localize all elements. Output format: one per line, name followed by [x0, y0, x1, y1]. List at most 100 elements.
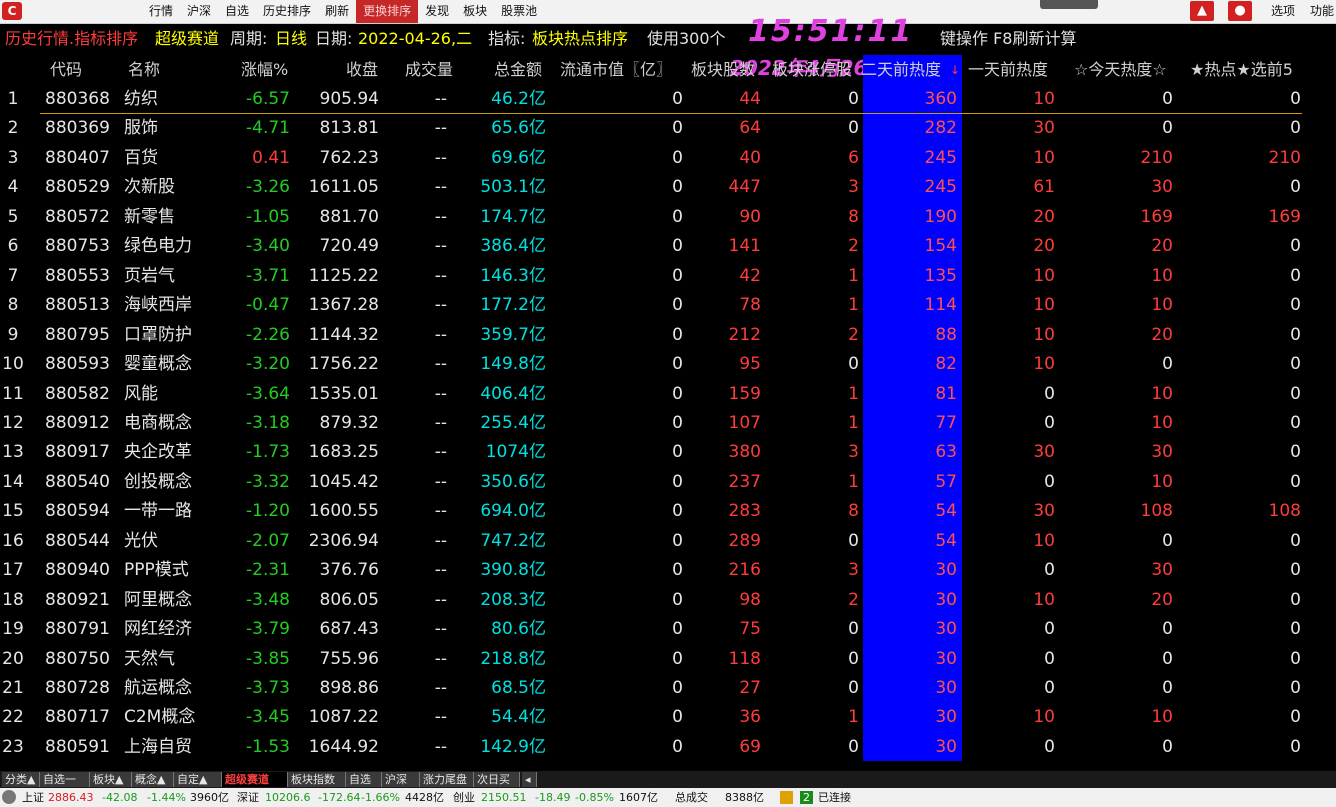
- menu-item-6[interactable]: 发现: [418, 0, 456, 23]
- column-header-11[interactable]: ☆今天热度☆: [1074, 55, 1167, 85]
- period-value[interactable]: 日线: [275, 24, 307, 53]
- bottom-tab-7[interactable]: 自选: [346, 772, 382, 787]
- options-menu[interactable]: 选项: [1271, 0, 1295, 23]
- table-row[interactable]: 23 880591 上海自贸 -1.53 1644.92 -- 142.9亿 0 69 0 30 0 0…: [0, 733, 1336, 762]
- table-row[interactable]: 4 880529 次新股 -3.26 1611.05 -- 503.1亿 0 447 3 245 61…: [0, 173, 1336, 202]
- board-name[interactable]: 超级赛道: [155, 24, 219, 53]
- bottom-tab-5[interactable]: 超级赛道: [222, 772, 288, 787]
- table-row[interactable]: 10 880593 婴童概念 -3.20 1756.22 -- 149.8亿 0 95 0 82 10…: [0, 350, 1336, 379]
- table-row[interactable]: 16 880544 光伏 -2.07 2306.94 -- 747.2亿 0 289 0 54 10 0…: [0, 527, 1336, 556]
- table-cell: -3.71: [246, 265, 290, 286]
- table-cell: 19: [2, 619, 24, 640]
- table-row[interactable]: 8 880513 海峡西岸 -0.47 1367.28 -- 177.2亿 0 78 1 114 10…: [0, 291, 1336, 320]
- menu-item-0[interactable]: 行情: [142, 0, 180, 23]
- table-cell: 14: [2, 471, 24, 492]
- table-cell: 8: [7, 295, 19, 316]
- period-label: 周期:: [230, 29, 268, 48]
- menu-item-5[interactable]: 更换排序: [356, 0, 419, 23]
- table-cell: 898.86: [319, 678, 379, 698]
- table-cell: 503.1亿: [480, 177, 546, 198]
- table-row[interactable]: 15 880594 一带一路 -1.20 1600.55 -- 694.0亿 0 283 8 54 3…: [0, 497, 1336, 526]
- column-header-6[interactable]: 流通市值〖亿〗: [560, 55, 672, 85]
- menu-item-8[interactable]: 股票池: [494, 0, 544, 23]
- table-cell: 69: [739, 736, 761, 757]
- menu-item-2[interactable]: 自选: [218, 0, 256, 23]
- sort-descending-icon[interactable]: ↓: [950, 55, 960, 85]
- indicator-value[interactable]: 板块热点排序: [532, 24, 628, 53]
- table-cell: -3.48: [246, 589, 290, 610]
- table-cell: -3.73: [246, 678, 290, 698]
- table-row[interactable]: 12 880912 电商概念 -3.18 879.32 -- 255.4亿 0 107 1 77 0 1…: [0, 409, 1336, 438]
- table-row[interactable]: 19 880791 网红经济 -3.79 687.43 -- 80.6亿 0 75 0 30 0 0 0: [0, 615, 1336, 644]
- table-cell: 1: [848, 265, 859, 286]
- column-header-4[interactable]: 成交量: [405, 55, 453, 85]
- column-header-8[interactable]: 板块涨停股: [772, 55, 852, 85]
- table-row[interactable]: 6 880753 绿色电力 -3.40 720.49 -- 386.4亿 0 141 2 154 20…: [0, 232, 1336, 261]
- column-header-7[interactable]: 板块股数: [691, 55, 755, 85]
- table-cell: 16: [2, 530, 24, 551]
- table-cell: 282: [924, 118, 957, 139]
- column-header-0[interactable]: 代码: [50, 55, 82, 85]
- bottom-tab-10[interactable]: 次日买: [474, 772, 520, 787]
- column-header-1[interactable]: 名称: [128, 55, 160, 85]
- table-row[interactable]: 11 880582 风能 -3.64 1535.01 -- 406.4亿 0 159 1 81 0 10…: [0, 380, 1336, 409]
- bottom-tab-4[interactable]: 自定▲: [174, 772, 222, 787]
- bottom-tab-2[interactable]: 板块▲: [90, 772, 132, 787]
- table-row[interactable]: 2 880369 服饰 -4.71 813.81 -- 65.6亿 0 64 0 282 30 0 0: [0, 114, 1336, 143]
- app-logo-icon[interactable]: C: [2, 2, 22, 20]
- table-row[interactable]: 7 880553 页岩气 -3.71 1125.22 -- 146.3亿 0 42 1 135 10 1…: [0, 262, 1336, 291]
- table-cell: 0: [1290, 442, 1301, 463]
- menu-item-7[interactable]: 板块: [456, 0, 494, 23]
- table-cell: 1144.32: [308, 324, 379, 345]
- table-cell: 108: [1268, 501, 1301, 522]
- table-row[interactable]: 13 880917 央企改革 -1.73 1683.25 -- 1074亿 0 380 3 63 30…: [0, 438, 1336, 467]
- table-row[interactable]: 14 880540 创投概念 -3.32 1045.42 -- 350.6亿 0 237 1 57 0…: [0, 468, 1336, 497]
- column-header-2[interactable]: 涨幅%: [241, 55, 288, 85]
- bottom-tab-3[interactable]: 概念▲: [132, 772, 174, 787]
- menu-item-1[interactable]: 沪深: [180, 0, 218, 23]
- table-cell: 68.5亿: [491, 678, 546, 698]
- table-cell: 10: [1033, 707, 1055, 728]
- alert-icon[interactable]: [780, 791, 793, 804]
- column-header-12[interactable]: ★热点★选前5: [1190, 55, 1293, 85]
- table-cell: 11: [2, 383, 24, 404]
- date-value[interactable]: 2022-04-26,二: [358, 24, 472, 53]
- bottom-tab-6[interactable]: 板块指数: [288, 772, 346, 787]
- column-header-10[interactable]: 一天前热度: [968, 55, 1048, 85]
- column-header-3[interactable]: 收盘: [346, 55, 378, 85]
- table-cell: 1756.22: [308, 354, 379, 375]
- table-cell: 服饰: [124, 118, 158, 139]
- column-header-9[interactable]: 二天前热度: [861, 55, 941, 85]
- column-header-5[interactable]: 总金额: [494, 55, 542, 85]
- bottom-tab-0[interactable]: 分类▲: [2, 772, 40, 787]
- table-cell: 0: [1162, 89, 1173, 109]
- table-cell: 网红经济: [124, 619, 192, 640]
- user-icon[interactable]: ●: [1228, 1, 1252, 21]
- table-cell: 20: [1151, 236, 1173, 257]
- table-cell: 0: [1290, 236, 1301, 257]
- table-cell: 0: [672, 589, 683, 610]
- table-cell: --: [434, 324, 447, 345]
- table-cell: -2.07: [246, 530, 290, 551]
- home-icon[interactable]: [2, 790, 16, 804]
- shirt-icon[interactable]: ▲: [1190, 1, 1214, 21]
- table-row[interactable]: 9 880795 口罩防护 -2.26 1144.32 -- 359.7亿 0 212 2 88 10…: [0, 321, 1336, 350]
- table-row[interactable]: 22 880717 C2M概念 -3.45 1087.22 -- 54.4亿 0 36 1 30 10…: [0, 703, 1336, 732]
- table-row[interactable]: 17 880940 PPP模式 -2.31 376.76 -- 390.8亿 0 216 3 30 0…: [0, 556, 1336, 585]
- tab-scroll-left-icon[interactable]: ◂: [522, 772, 537, 787]
- table-row[interactable]: 18 880921 阿里概念 -3.48 806.05 -- 208.3亿 0 98 2 30 10 2…: [0, 586, 1336, 615]
- bottom-tab-1[interactable]: 自选一: [40, 772, 90, 787]
- bottom-tab-8[interactable]: 沪深: [382, 772, 420, 787]
- table-row[interactable]: 1 880368 纺织 -6.57 905.94 -- 46.2亿 0 44 0 360 10 0 0: [0, 85, 1336, 114]
- menu-item-3[interactable]: 历史排序: [256, 0, 318, 23]
- table-row[interactable]: 5 880572 新零售 -1.05 881.70 -- 174.7亿 0 90 8 190 20 16…: [0, 203, 1336, 232]
- table-cell: 1: [848, 295, 859, 316]
- bottom-tab-9[interactable]: 涨力尾盘: [420, 772, 474, 787]
- menu-item-4[interactable]: 刷新: [318, 0, 356, 23]
- table-row[interactable]: 20 880750 天然气 -3.85 755.96 -- 218.8亿 0 118 0 30 0 0 0: [0, 645, 1336, 674]
- window-grip[interactable]: [1040, 0, 1098, 9]
- table-cell: 146.3亿: [480, 265, 546, 286]
- table-row[interactable]: 21 880728 航运概念 -3.73 898.86 -- 68.5亿 0 27 0 30 0 0 0: [0, 674, 1336, 703]
- table-row[interactable]: 3 880407 百货 0.41 762.23 -- 69.6亿 0 40 6 245 10 210 21…: [0, 144, 1336, 173]
- function-menu[interactable]: 功能: [1310, 0, 1334, 23]
